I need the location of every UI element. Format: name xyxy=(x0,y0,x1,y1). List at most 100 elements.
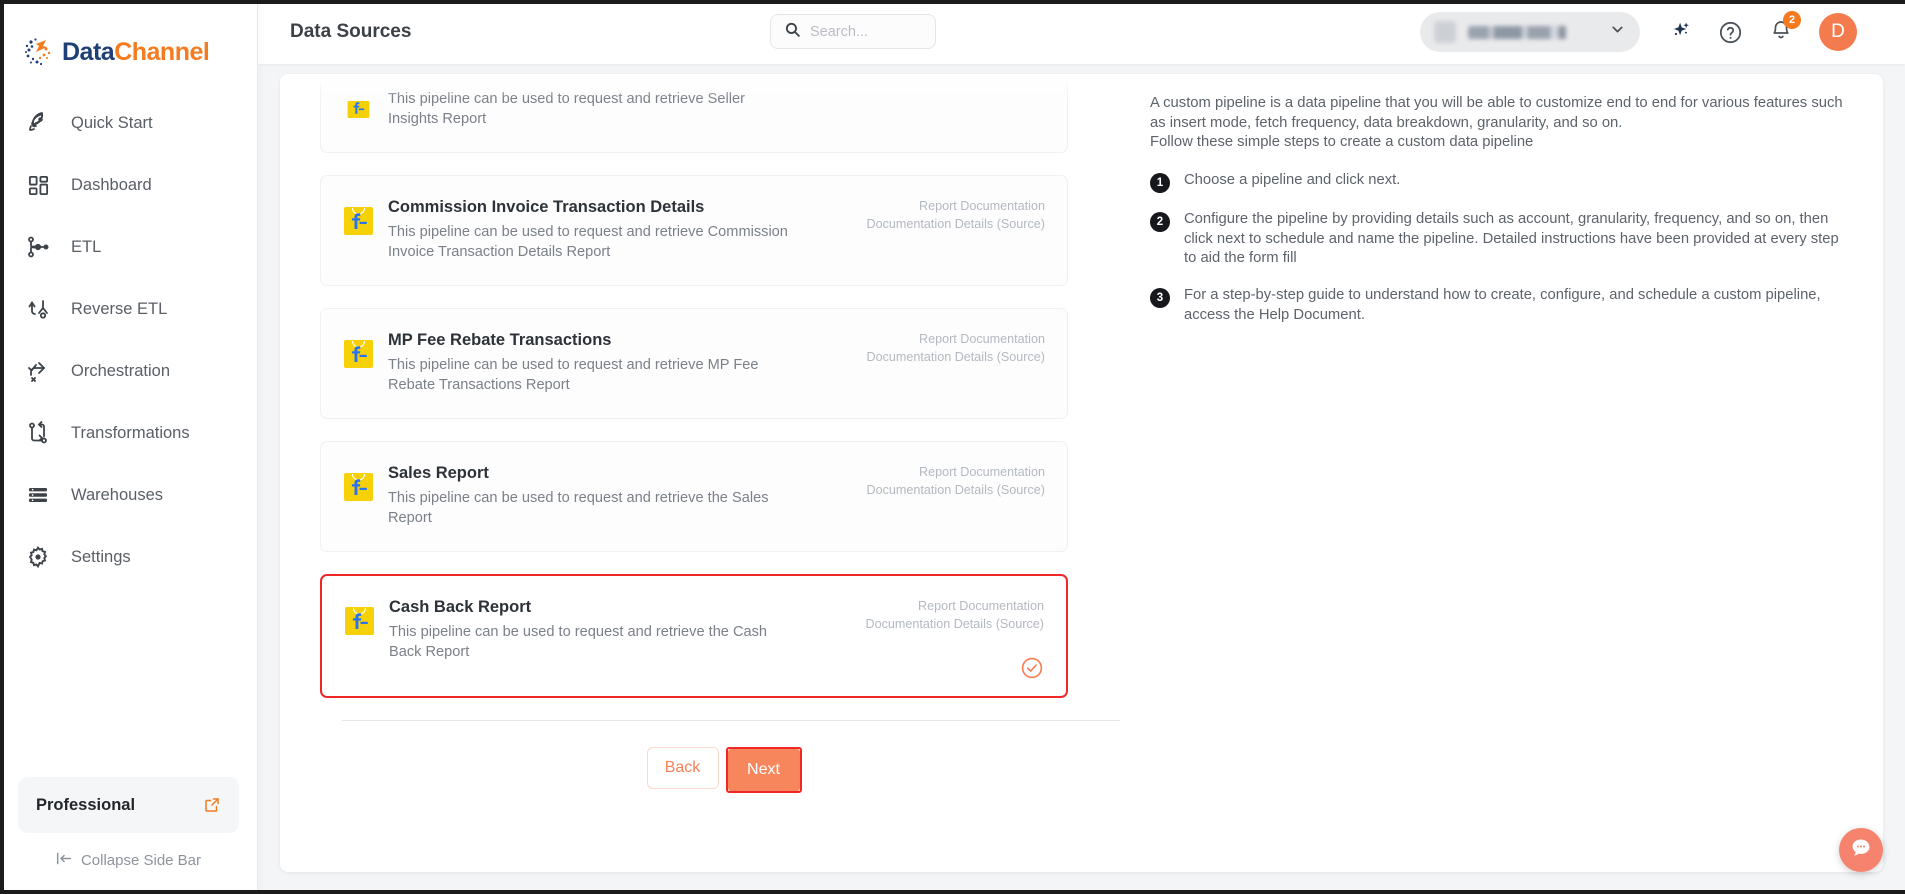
pipeline-documentation-links: Report Documentation Documentation Detai… xyxy=(866,598,1045,634)
grid-icon xyxy=(25,172,51,198)
etl-nodes-icon xyxy=(25,234,51,260)
step-text: Configure the pipeline by providing deta… xyxy=(1184,211,1839,267)
sidebar-item-label: Reverse ETL xyxy=(71,299,168,318)
pipeline-documentation-links: Report Documentation Documentation Detai… xyxy=(867,198,1046,234)
pipeline-card-mp-fee-rebate[interactable]: MP Fee Rebate Transactions This pipeline… xyxy=(320,307,1068,419)
sidebar-item-orchestration[interactable]: Orchestration xyxy=(0,340,257,402)
sidebar-item-dashboard[interactable]: Dashboard xyxy=(0,154,257,216)
main-area: Data Sources Search... 2 D This pipeline… xyxy=(258,0,1905,894)
workspace-selector[interactable] xyxy=(1420,12,1640,52)
info-step: 2 Configure the pipeline by providing de… xyxy=(1150,210,1843,269)
brand-text-primary: Data xyxy=(62,37,115,66)
content-card: This pipeline can be used to request and… xyxy=(280,74,1883,872)
gear-icon xyxy=(25,544,51,570)
pipeline-documentation-links: Report Documentation Documentation Detai… xyxy=(867,464,1046,500)
app-root: DataChannel Quick Start Dashboard ETL Re… xyxy=(0,0,1905,894)
pipeline-description: This pipeline can be used to request and… xyxy=(388,489,769,526)
report-documentation-link[interactable]: Report Documentation xyxy=(867,198,1045,216)
pipeline-documentation-links: Report Documentation Documentation Detai… xyxy=(867,331,1046,367)
info-panel: A custom pipeline is a data pipeline tha… xyxy=(1142,74,1883,872)
top-header: Data Sources Search... 2 D xyxy=(258,0,1905,64)
wizard-button-row: Back Next xyxy=(306,721,1142,793)
next-button[interactable]: Next xyxy=(727,748,800,791)
pipeline-description: This pipeline can be used to request and… xyxy=(389,623,768,660)
info-intro-line1: A custom pipeline is a data pipeline tha… xyxy=(1150,95,1843,131)
step-number: 2 xyxy=(1150,212,1170,233)
pipeline-description: This pipeline can be used to request and… xyxy=(388,223,788,260)
flipkart-icon xyxy=(343,335,374,369)
collapse-sidebar-button[interactable]: Collapse Side Bar xyxy=(18,851,239,876)
warehouse-stack-icon xyxy=(25,482,51,508)
documentation-details-source-link[interactable]: Documentation Details (Source) xyxy=(867,482,1046,500)
step-text: For a step-by-step guide to understand h… xyxy=(1184,287,1821,323)
chat-bubble-icon xyxy=(1848,835,1874,866)
sidebar-item-label: Orchestration xyxy=(71,361,171,380)
orchestration-icon xyxy=(25,358,51,384)
sidebar-footer: Professional Collapse Side Bar xyxy=(0,777,257,894)
sidebar-item-transformations[interactable]: Transformations xyxy=(0,402,257,464)
sidebar-item-label: Warehouses xyxy=(71,485,164,504)
back-button[interactable]: Back xyxy=(646,746,719,789)
flipkart-icon xyxy=(343,94,374,128)
info-step: 3 For a step-by-step guide to understand… xyxy=(1150,286,1843,325)
collapse-sidebar-label: Collapse Side Bar xyxy=(80,852,202,869)
selected-check-icon xyxy=(1020,656,1044,685)
chat-widget-button[interactable] xyxy=(1839,828,1883,872)
sidebar-nav: Quick Start Dashboard ETL Reverse ETL Or… xyxy=(0,92,257,588)
info-intro-line2: Follow these simple steps to create a cu… xyxy=(1150,134,1534,151)
notification-badge: 2 xyxy=(1783,10,1801,29)
help-circle-icon[interactable] xyxy=(1718,20,1743,45)
avatar[interactable]: D xyxy=(1819,13,1857,51)
window-edge-bottom xyxy=(0,890,1905,894)
pipeline-description: This pipeline can be used to request and… xyxy=(388,91,745,127)
flipkart-icon xyxy=(344,602,375,636)
pipeline-scroll-area[interactable]: This pipeline can be used to request and… xyxy=(306,82,1142,872)
search-box[interactable] xyxy=(770,14,936,49)
next-button-highlight: Next xyxy=(725,746,802,793)
sidebar-item-quick-start[interactable]: Quick Start xyxy=(0,92,257,154)
pipeline-description: This pipeline can be used to request and… xyxy=(388,356,759,393)
documentation-details-source-link[interactable]: Documentation Details (Source) xyxy=(867,349,1046,367)
plan-label: Professional xyxy=(36,795,136,814)
plan-badge[interactable]: Professional xyxy=(18,777,239,833)
flipkart-icon xyxy=(343,468,374,502)
pipeline-card-commission-invoice[interactable]: Commission Invoice Transaction Details T… xyxy=(320,174,1068,286)
step-number: 1 xyxy=(1150,173,1170,194)
search-input[interactable] xyxy=(810,23,922,40)
brand-logo[interactable]: DataChannel xyxy=(0,0,257,78)
workspace-avatar xyxy=(1434,21,1456,43)
collapse-left-icon xyxy=(56,851,73,870)
pipeline-card-sales-report[interactable]: Sales Report This pipeline can be used t… xyxy=(320,440,1068,552)
search-icon xyxy=(784,21,801,43)
window-edge-left xyxy=(0,0,4,894)
chevron-down-icon[interactable] xyxy=(1609,21,1626,43)
transformations-icon xyxy=(25,420,51,446)
sidebar: DataChannel Quick Start Dashboard ETL Re… xyxy=(0,0,258,894)
notification-bell[interactable]: 2 xyxy=(1769,10,1801,47)
sidebar-item-reverse-etl[interactable]: Reverse ETL xyxy=(0,278,257,340)
sidebar-item-settings[interactable]: Settings xyxy=(0,526,257,588)
external-link-icon[interactable] xyxy=(203,796,221,814)
rocket-icon xyxy=(25,110,51,136)
pipeline-list-pane: This pipeline can be used to request and… xyxy=(280,74,1142,872)
report-documentation-link[interactable]: Report Documentation xyxy=(867,331,1045,349)
documentation-details-source-link[interactable]: Documentation Details (Source) xyxy=(866,616,1045,634)
report-documentation-link[interactable]: Report Documentation xyxy=(867,464,1045,482)
sidebar-item-label: ETL xyxy=(71,237,102,256)
documentation-details-source-link[interactable]: Documentation Details (Source) xyxy=(867,216,1046,234)
info-step: 1 Choose a pipeline and click next. xyxy=(1150,171,1843,194)
workspace-name xyxy=(1468,25,1597,39)
report-documentation-link[interactable]: Report Documentation xyxy=(866,598,1044,616)
brand-text-secondary: Channel xyxy=(114,37,210,66)
sidebar-item-label: Transformations xyxy=(71,423,190,442)
brand-wordmark: DataChannel xyxy=(62,37,210,66)
sidebar-item-warehouses[interactable]: Warehouses xyxy=(0,464,257,526)
sidebar-item-etl[interactable]: ETL xyxy=(0,216,257,278)
pipeline-card-seller-insights[interactable]: This pipeline can be used to request and… xyxy=(320,82,1068,153)
header-actions: 2 D xyxy=(1420,10,1857,52)
step-number: 3 xyxy=(1150,288,1170,309)
sparkle-ai-icon[interactable] xyxy=(1666,19,1692,45)
sidebar-item-label: Settings xyxy=(71,547,131,566)
pipeline-card-cash-back-report[interactable]: Cash Back Report This pipeline can be us… xyxy=(320,573,1068,698)
window-edge-top xyxy=(0,0,1905,4)
